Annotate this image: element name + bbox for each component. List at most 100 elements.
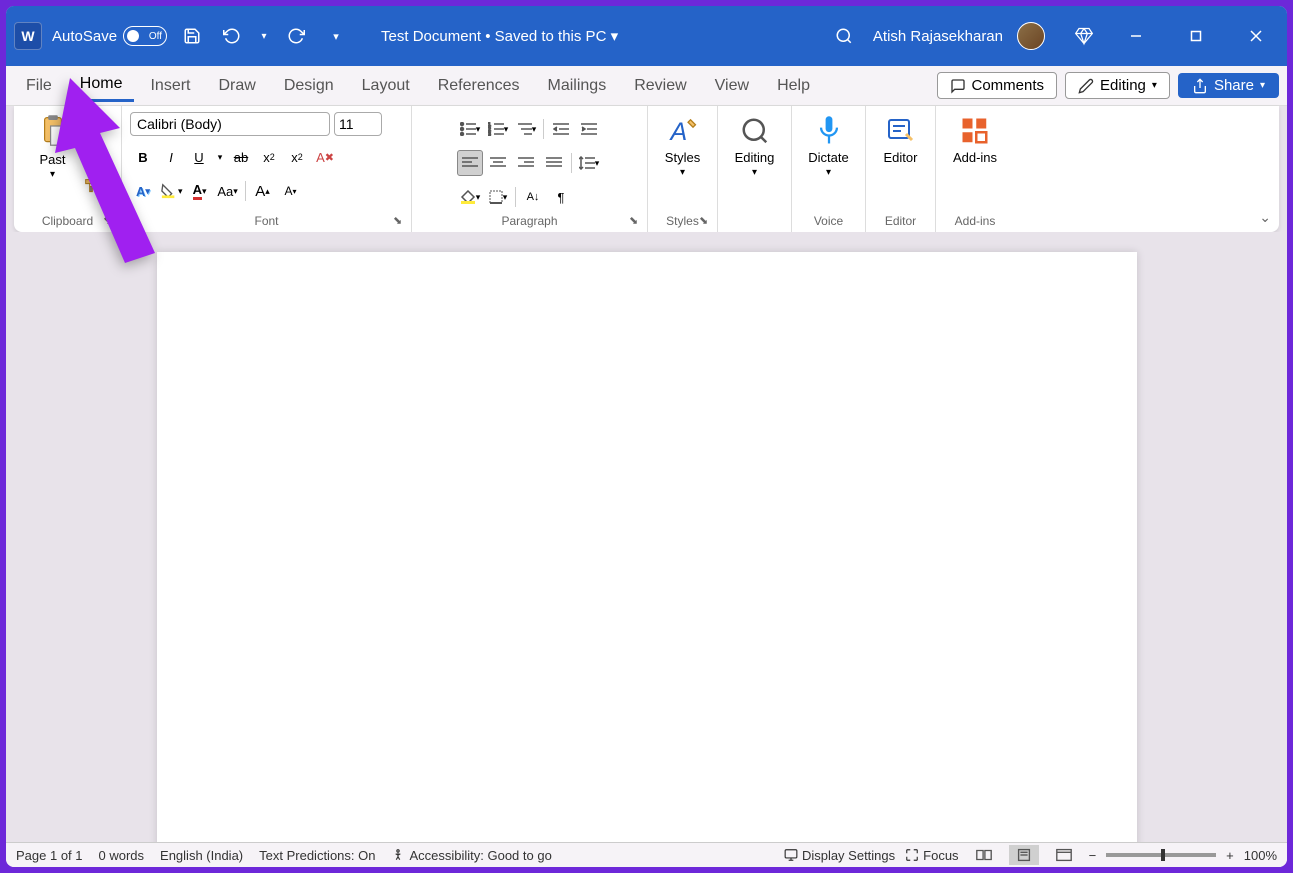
close-button[interactable] [1233,16,1279,56]
numbering-button[interactable]: 123▾ [485,116,511,142]
editing-button[interactable]: Editing▾ [729,112,781,180]
copy-icon[interactable] [78,142,104,168]
align-right-button[interactable] [513,150,539,176]
styles-button[interactable]: A Styles▾ [659,112,706,180]
focus-mode[interactable]: Focus [905,848,958,863]
read-mode-button[interactable] [969,845,999,865]
minimize-button[interactable] [1113,16,1159,56]
bullets-button[interactable]: ▾ [457,116,483,142]
diamond-icon[interactable] [1069,21,1099,51]
font-color-button[interactable]: A▾ [187,178,213,204]
justify-button[interactable] [541,150,567,176]
zoom-slider[interactable] [1106,853,1216,857]
tab-file[interactable]: File [14,71,64,101]
tab-draw[interactable]: Draw [206,71,267,101]
tab-layout[interactable]: Layout [350,71,422,101]
increase-indent-button[interactable] [576,116,602,142]
user-name[interactable]: Atish Rajasekharan [873,28,1003,45]
tab-design[interactable]: Design [272,71,346,101]
print-layout-button[interactable] [1009,845,1039,865]
svg-text:A: A [668,118,687,146]
save-icon[interactable] [177,21,207,51]
display-settings[interactable]: Display Settings [784,848,895,863]
change-case-button[interactable]: Aa▾ [215,178,241,204]
dictate-button[interactable]: Dictate▾ [802,112,854,180]
page-indicator[interactable]: Page 1 of 1 [16,848,83,863]
tab-references[interactable]: References [426,71,532,101]
decrease-indent-button[interactable] [548,116,574,142]
font-name-input[interactable] [130,112,330,136]
comments-button[interactable]: Comments [937,72,1058,99]
search-icon[interactable] [829,21,859,51]
format-painter-icon[interactable] [78,172,104,198]
share-button[interactable]: Share▾ [1178,73,1279,98]
show-marks-button[interactable]: ¶ [548,184,574,210]
font-size-input[interactable] [334,112,382,136]
group-label: Font [254,214,278,230]
language-indicator[interactable]: English (India) [160,848,243,863]
paste-button[interactable]: Past ▾ [32,112,74,182]
quickaccess-more-icon[interactable]: ▾ [321,21,351,51]
svg-text:3: 3 [488,132,491,136]
zoom-in-button[interactable]: + [1226,848,1234,863]
text-effects-button[interactable]: A▾ [130,178,156,204]
undo-icon[interactable] [217,21,247,51]
status-bar: Page 1 of 1 0 words English (India) Text… [6,842,1287,867]
word-app-icon: W [14,22,42,50]
redo-icon[interactable] [281,21,311,51]
grow-font-button[interactable]: A▴ [250,178,276,204]
highlight-button[interactable]: ▾ [158,178,185,204]
group-label: Editor [885,214,916,230]
dialog-launcher-icon[interactable]: ⬊ [103,214,117,228]
group-label: Clipboard [42,214,93,230]
tab-mailings[interactable]: Mailings [536,71,619,101]
text-predictions[interactable]: Text Predictions: On [259,848,375,863]
align-left-button[interactable] [457,150,483,176]
cut-icon[interactable] [78,112,104,138]
tab-view[interactable]: View [703,71,761,101]
chevron-down-icon: ▾ [611,28,619,45]
tab-help[interactable]: Help [765,71,822,101]
dialog-launcher-icon[interactable]: ⬊ [393,214,407,228]
user-avatar[interactable] [1017,22,1045,50]
word-count[interactable]: 0 words [99,848,145,863]
document-page[interactable] [157,252,1137,842]
tab-review[interactable]: Review [622,71,698,101]
subscript-button[interactable]: x2 [256,144,282,170]
document-title[interactable]: Test Document • Saved to this PC ▾ [381,27,618,45]
superscript-button[interactable]: x2 [284,144,310,170]
tab-insert[interactable]: Insert [138,71,202,101]
clear-format-icon[interactable]: A✖ [312,144,338,170]
italic-button[interactable]: I [158,144,184,170]
multilevel-list-button[interactable]: ▾ [513,116,539,142]
toggle-switch[interactable]: Off [123,26,167,46]
collapse-ribbon-icon[interactable]: ⌄ [1259,209,1271,226]
document-area[interactable] [6,232,1287,842]
underline-button[interactable]: U [186,144,212,170]
autosave-toggle[interactable]: AutoSave Off [52,26,167,46]
zoom-level[interactable]: 100% [1244,848,1277,863]
strikethrough-button[interactable]: ab [228,144,254,170]
person-icon [391,848,405,862]
dialog-launcher-icon[interactable]: ⬊ [699,214,713,228]
align-center-button[interactable] [485,150,511,176]
tab-home[interactable]: Home [68,69,135,102]
underline-dropdown[interactable]: ▾ [214,144,226,170]
group-label: Add-ins [955,214,996,230]
web-layout-button[interactable] [1049,845,1079,865]
line-spacing-button[interactable]: ▾ [576,150,602,176]
shading-button[interactable]: ▾ [457,184,483,210]
addins-button[interactable]: Add-ins [947,112,1003,167]
shrink-font-button[interactable]: A▾ [278,178,304,204]
editor-button[interactable]: Editor [878,112,924,167]
zoom-out-button[interactable]: − [1089,848,1097,863]
sort-button[interactable]: A↓ [520,184,546,210]
editing-mode-button[interactable]: Editing▾ [1065,72,1170,99]
undo-dropdown-icon[interactable]: ▾ [257,21,271,51]
dialog-launcher-icon[interactable]: ⬊ [629,214,643,228]
maximize-button[interactable] [1173,16,1219,56]
borders-button[interactable]: ▾ [485,184,511,210]
accessibility-status[interactable]: Accessibility: Good to go [391,848,551,863]
monitor-icon [784,848,798,862]
bold-button[interactable]: B [130,144,156,170]
